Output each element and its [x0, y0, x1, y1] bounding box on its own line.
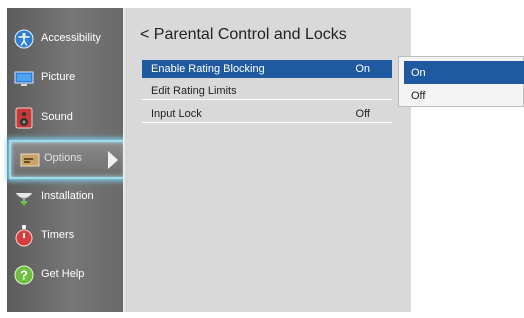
help-icon: ?	[14, 265, 34, 285]
sidebar-item-timers[interactable]: Timers	[7, 218, 123, 254]
sidebar-item-sound[interactable]: Sound	[7, 100, 123, 136]
popup-option-label: Off	[411, 90, 426, 102]
sidebar-item-accessibility[interactable]: Accessibility	[7, 21, 123, 57]
sidebar-item-options[interactable]: Options	[9, 140, 127, 179]
menu-row-value: Off	[355, 108, 370, 120]
menu-row-enable-rating-blocking[interactable]: Enable Rating Blocking On	[142, 60, 392, 78]
satellite-dish-icon	[14, 187, 34, 207]
popup-option-off[interactable]: Off	[404, 84, 524, 107]
sidebar-item-label: Installation	[41, 190, 94, 202]
accessibility-icon	[14, 29, 34, 49]
sidebar-item-get-help[interactable]: ? Get Help	[7, 257, 123, 293]
menu-row-input-lock[interactable]: Input Lock Off	[142, 105, 392, 123]
option-popup: On Off	[398, 56, 524, 107]
sidebar-item-label: Get Help	[41, 268, 85, 280]
picture-icon	[14, 68, 34, 88]
menu-row-value: On	[355, 63, 370, 75]
chevron-right-icon	[108, 151, 118, 169]
popup-option-label: On	[411, 67, 426, 79]
menu-row-label: Input Lock	[151, 108, 202, 120]
svg-text:?: ?	[20, 268, 28, 283]
sidebar-item-installation[interactable]: Installation	[7, 179, 123, 215]
speaker-icon	[14, 107, 34, 129]
sidebar: Accessibility Picture Sound Options Inst…	[7, 8, 127, 312]
page-title[interactable]: < Parental Control and Locks	[140, 26, 347, 44]
popup-option-on[interactable]: On	[404, 61, 524, 84]
sidebar-item-label: Options	[44, 152, 82, 164]
sidebar-item-label: Accessibility	[41, 32, 101, 44]
menu-row-label: Enable Rating Blocking	[151, 63, 265, 75]
sidebar-item-label: Picture	[41, 71, 76, 83]
menu-row-label: Edit Rating Limits	[151, 85, 237, 97]
sidebar-item-label: Timers	[41, 229, 75, 241]
sidebar-item-picture[interactable]: Picture	[7, 60, 123, 96]
timer-icon	[14, 225, 34, 247]
options-icon	[20, 150, 40, 170]
parental-controls-panel: < Parental Control and Locks Enable Rati…	[127, 8, 411, 312]
sidebar-item-label: Sound	[41, 111, 73, 123]
menu-row-edit-rating-limits[interactable]: Edit Rating Limits	[142, 82, 392, 100]
